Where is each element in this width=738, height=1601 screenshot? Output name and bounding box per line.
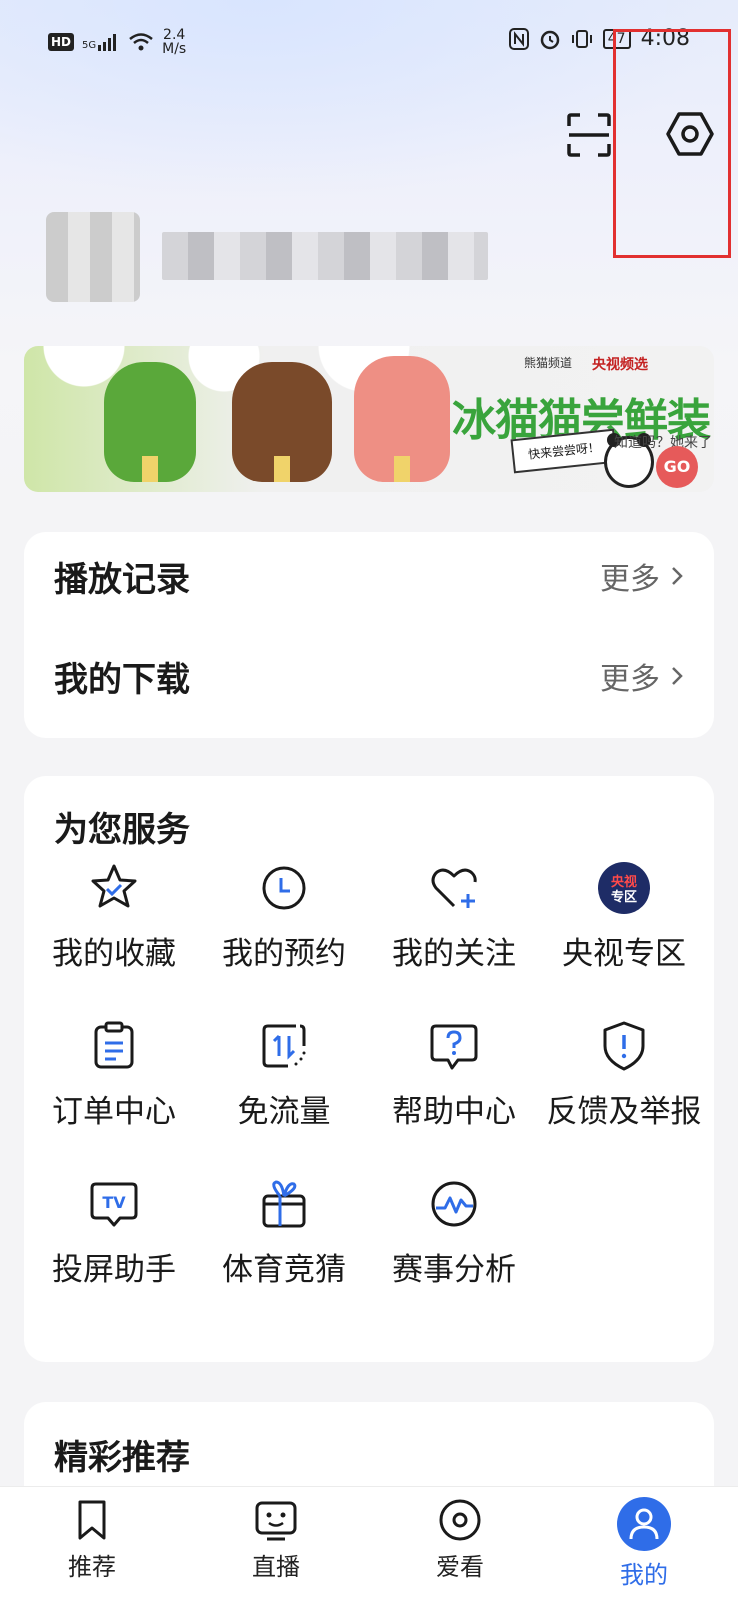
tv-cast-icon: TV — [90, 1182, 138, 1227]
avatar[interactable] — [46, 212, 140, 302]
service-label: 我的收藏 — [52, 936, 176, 972]
play-record-row[interactable]: 播放记录 更多 — [54, 546, 684, 606]
settings-highlight-box — [613, 29, 731, 258]
services-title: 为您服务 — [54, 810, 190, 850]
profile-icon — [617, 1497, 671, 1551]
tv-face-icon — [255, 1501, 297, 1541]
network-label: 5G — [82, 40, 97, 51]
service-favorites[interactable]: 我的收藏 — [28, 860, 200, 1000]
nfc-icon — [508, 27, 529, 50]
service-free-data[interactable]: 免流量 — [198, 1018, 370, 1158]
play-record-title: 播放记录 — [54, 559, 190, 600]
tab-label: 爱看 — [436, 1553, 484, 1581]
svg-text:央视: 央视 — [611, 874, 637, 890]
cctv-badge-icon: 央视 专区 — [598, 862, 650, 914]
service-cast[interactable]: TV 投屏助手 — [28, 1176, 200, 1316]
banner-subtitle: 知道吗？她来了 — [614, 435, 712, 451]
chevron-right-icon — [672, 667, 683, 685]
gift-icon — [262, 1180, 306, 1228]
username-blurred[interactable] — [162, 232, 488, 280]
tab-me[interactable]: 我的 — [584, 1497, 704, 1590]
tab-label: 直播 — [252, 1553, 300, 1581]
service-label: 我的预约 — [222, 936, 346, 972]
service-orders[interactable]: 订单中心 — [28, 1018, 200, 1158]
downloads-row[interactable]: 我的下载 更多 — [54, 646, 684, 706]
tab-recommend[interactable]: 推荐 — [32, 1497, 152, 1582]
service-follows[interactable]: 我的关注 — [368, 860, 540, 1000]
tab-label: 我的 — [620, 1561, 668, 1589]
service-match-analysis[interactable]: 赛事分析 — [368, 1176, 540, 1316]
speed-value: 2.4 — [163, 27, 186, 43]
history-card: 播放记录 更多 我的下载 更多 — [24, 532, 714, 738]
clock-icon — [262, 866, 306, 910]
services-card: 为您服务 我的收藏 我的预约 我的关注 央视 专区 央视专区 订单中心 免流量 … — [24, 776, 714, 1362]
hd-badge: HD — [48, 33, 75, 51]
tab-watch[interactable]: 爱看 — [400, 1497, 520, 1582]
alarm-icon — [540, 30, 560, 49]
svg-text:TV: TV — [102, 1193, 126, 1212]
heart-plus-icon — [431, 868, 477, 908]
scan-icon[interactable] — [566, 112, 612, 158]
service-label: 订单中心 — [52, 1094, 176, 1130]
service-label: 央视专区 — [562, 936, 686, 972]
service-label: 我的关注 — [392, 936, 516, 972]
network-indicator: 5G — [82, 33, 120, 51]
vibrate-icon — [571, 29, 592, 48]
tab-live[interactable]: 直播 — [216, 1497, 336, 1582]
star-icon — [91, 864, 137, 908]
service-label: 免流量 — [237, 1094, 331, 1130]
help-bubble-icon — [430, 1024, 478, 1070]
play-record-more[interactable]: 更多 — [600, 554, 684, 598]
recommend-title: 精彩推荐 — [54, 1438, 190, 1478]
service-sports-quiz[interactable]: 体育竞猜 — [198, 1176, 370, 1316]
network-speed: 2.4 M/s — [162, 28, 186, 56]
more-label: 更多 — [600, 562, 660, 597]
service-label: 体育竞猜 — [222, 1252, 346, 1288]
data-arrows-icon — [262, 1024, 306, 1068]
service-label: 帮助中心 — [392, 1094, 516, 1130]
service-cctv-zone[interactable]: 央视 专区 央视专区 — [538, 860, 710, 1000]
shield-alert-icon — [603, 1021, 645, 1071]
banner-popsicle-pink — [354, 356, 450, 482]
service-help[interactable]: 帮助中心 — [368, 1018, 540, 1158]
banner-popsicle-brown — [232, 362, 332, 482]
wifi-icon — [129, 33, 153, 51]
banner-go-button[interactable]: GO — [656, 446, 698, 488]
signal-icon — [98, 34, 117, 51]
promo-banner[interactable]: 熊猫频道 央视频选 冰猫猫尝鲜装 快来尝尝呀！ 知道吗？她来了 GO — [24, 346, 714, 492]
clipboard-icon — [94, 1021, 134, 1069]
chevron-right-icon — [672, 567, 683, 585]
bookmark-icon — [78, 1500, 106, 1540]
downloads-more[interactable]: 更多 — [600, 654, 684, 698]
service-feedback[interactable]: 反馈及举报 — [538, 1018, 710, 1158]
service-label: 赛事分析 — [392, 1252, 516, 1288]
disc-icon — [439, 1499, 481, 1541]
more-label: 更多 — [600, 662, 660, 697]
downloads-title: 我的下载 — [54, 659, 190, 700]
tab-label: 推荐 — [68, 1553, 116, 1581]
service-label: 投屏助手 — [52, 1252, 176, 1288]
banner-brand: 央视频选 — [592, 357, 648, 373]
svg-text:专区: 专区 — [611, 889, 637, 905]
bottom-tab-bar: 推荐 直播 爱看 我的 — [0, 1486, 738, 1601]
profile-glyph — [629, 1508, 659, 1540]
service-reservations[interactable]: 我的预约 — [198, 860, 370, 1000]
speed-unit: M/s — [162, 41, 187, 57]
service-label: 反馈及举报 — [546, 1094, 702, 1130]
banner-popsicle-green — [104, 362, 196, 482]
banner-brand-prefix: 熊猫频道 — [524, 356, 573, 370]
pulse-icon — [431, 1181, 477, 1227]
